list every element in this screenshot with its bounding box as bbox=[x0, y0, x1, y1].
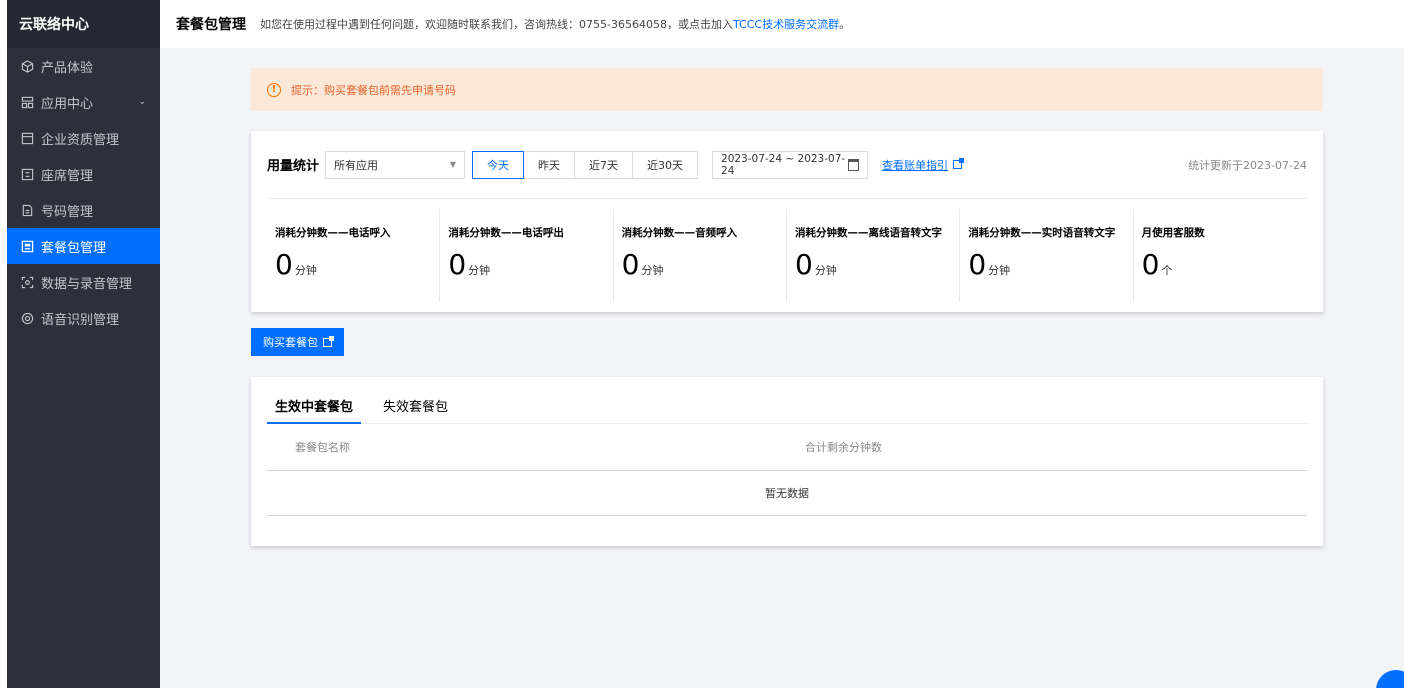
package-tabs: 生效中套餐包 失效套餐包 bbox=[267, 377, 1307, 424]
app-select-value: 所有应用 bbox=[334, 158, 379, 172]
tccc-group-link[interactable]: TCCC技术服务交流群 bbox=[733, 18, 839, 31]
sidebar-item-label: 套餐包管理 bbox=[41, 240, 107, 256]
calendar-icon bbox=[847, 158, 860, 171]
page-title: 套餐包管理 bbox=[176, 17, 246, 33]
external-link-icon bbox=[323, 335, 334, 347]
cube-icon bbox=[19, 58, 35, 74]
usage-filter-row: 用量统计 所有应用 ▼ 今天 昨天 近7天 近30天 2023-07-24 ~ … bbox=[251, 131, 1323, 198]
column-header-package-name: 套餐包名称 bbox=[295, 441, 350, 454]
buy-package-button[interactable]: 购买套餐包 bbox=[251, 328, 344, 356]
date-range-value: 2023-07-24 ~ 2023-07-24 bbox=[721, 152, 846, 177]
stat-value: 0 bbox=[621, 248, 640, 281]
stat-value: 0 bbox=[968, 248, 987, 281]
sidebar-item-app-center[interactable]: 应用中心 ⌄ bbox=[7, 84, 160, 120]
stat-name: 消耗分钟数——电话呼出 bbox=[448, 227, 564, 239]
table-empty-state: 暂无数据 bbox=[267, 471, 1307, 516]
range-yesterday-button[interactable]: 昨天 bbox=[523, 150, 576, 179]
sidebar-item-label: 产品体验 bbox=[41, 60, 94, 76]
stat-offline-asr: 消耗分钟数——离线语音转文字 0 分钟 bbox=[787, 209, 961, 302]
tab-active-packages[interactable]: 生效中套餐包 bbox=[267, 396, 362, 424]
date-range-tabs: 今天 昨天 近7天 近30天 bbox=[472, 150, 699, 179]
stat-value: 0 bbox=[794, 248, 813, 281]
document-icon bbox=[19, 202, 35, 218]
package-table-card: 生效中套餐包 失效套餐包 套餐包名称 合计剩余分钟数 暂无数据 bbox=[251, 377, 1323, 546]
column-header-remaining-minutes: 合计剩余分钟数 bbox=[805, 441, 882, 454]
range-30days-button[interactable]: 近30天 bbox=[632, 150, 699, 179]
billing-guide-link[interactable]: 查看账单指引 bbox=[882, 157, 965, 173]
stat-name: 消耗分钟数——电话呼入 bbox=[275, 227, 391, 239]
sidebar-item-speech-recognition[interactable]: 语音识别管理 bbox=[7, 300, 160, 336]
stat-unit: 分钟 bbox=[294, 264, 317, 277]
usage-stats-card: 用量统计 所有应用 ▼ 今天 昨天 近7天 近30天 2023-07-24 ~ … bbox=[251, 131, 1323, 312]
sidebar-item-label: 号码管理 bbox=[41, 204, 94, 220]
sidebar-item-label: 座席管理 bbox=[41, 168, 94, 184]
stat-name: 消耗分钟数——离线语音转文字 bbox=[794, 227, 942, 239]
sidebar-item-label: 应用中心 bbox=[41, 96, 94, 112]
page-header: 套餐包管理 如您在使用过程中遇到任何问题，欢迎随时联系我们，咨询热线：0755-… bbox=[160, 0, 1404, 48]
sidebar-item-label: 数据与录音管理 bbox=[41, 276, 133, 292]
stat-inbound-call: 消耗分钟数——电话呼入 0 分钟 bbox=[267, 209, 441, 302]
stat-unit: 分钟 bbox=[814, 264, 837, 277]
stat-value: 0 bbox=[1141, 248, 1160, 281]
usage-label: 用量统计 bbox=[267, 159, 320, 174]
warning-icon: ! bbox=[267, 82, 281, 97]
stat-value: 0 bbox=[275, 248, 293, 281]
sidebar-item-seat-management[interactable]: 座席管理 bbox=[7, 156, 160, 192]
external-link-icon bbox=[953, 158, 965, 169]
caret-down-icon: ▼ bbox=[449, 160, 457, 169]
chevron-down-icon[interactable]: ⌄ bbox=[138, 97, 146, 107]
stat-unit: 分钟 bbox=[468, 264, 491, 277]
alert-banner: ! 提示：购买套餐包前需先申请号码 bbox=[251, 68, 1323, 111]
tab-expired-packages[interactable]: 失效套餐包 bbox=[375, 396, 456, 423]
sidebar-item-label: 企业资质管理 bbox=[41, 132, 120, 148]
billing-guide-label: 查看账单指引 bbox=[882, 158, 949, 172]
buy-package-label: 购买套餐包 bbox=[263, 336, 318, 349]
voice-icon bbox=[19, 310, 35, 326]
app-select[interactable]: 所有应用 ▼ bbox=[325, 150, 466, 179]
sidebar-item-product-experience[interactable]: 产品体验 bbox=[7, 48, 160, 84]
stat-unit: 分钟 bbox=[988, 264, 1011, 277]
card-icon bbox=[19, 130, 35, 146]
stat-realtime-asr: 消耗分钟数——实时语音转文字 0 分钟 bbox=[960, 209, 1134, 302]
stat-value: 0 bbox=[448, 248, 467, 281]
stat-monthly-agents: 月使用客服数 0个 bbox=[1134, 209, 1307, 302]
stat-name: 消耗分钟数——音频呼入 bbox=[621, 227, 738, 239]
grid-icon bbox=[19, 94, 35, 110]
stat-name: 消耗分钟数——实时语音转文字 bbox=[968, 227, 1116, 239]
alert-text: 提示：购买套餐包前需先申请号码 bbox=[291, 83, 456, 97]
sidebar-item-number-management[interactable]: 号码管理 bbox=[7, 192, 160, 228]
sidebar: 云联络中心 产品体验 应用中心 ⌄ 企业资质管理 座席管理 号码管理 套餐包管理… bbox=[7, 0, 160, 688]
header-description: 如您在使用过程中遇到任何问题，欢迎随时联系我们，咨询热线：0755-365640… bbox=[260, 16, 850, 32]
table-header: 套餐包名称 合计剩余分钟数 bbox=[267, 424, 1307, 471]
sidebar-item-enterprise-qualification[interactable]: 企业资质管理 bbox=[7, 120, 160, 156]
sidebar-title: 云联络中心 bbox=[7, 0, 160, 48]
sidebar-item-data-recording[interactable]: 数据与录音管理 bbox=[7, 264, 160, 300]
range-7days-button[interactable]: 近7天 bbox=[574, 150, 634, 179]
stat-audio-inbound: 消耗分钟数——音频呼入 0 分钟 bbox=[614, 209, 787, 302]
range-today-button[interactable]: 今天 bbox=[472, 150, 525, 179]
seat-icon bbox=[19, 166, 35, 182]
stat-unit: 分钟 bbox=[641, 264, 664, 277]
window-edge bbox=[0, 0, 7, 688]
date-range-picker[interactable]: 2023-07-24 ~ 2023-07-24 bbox=[712, 150, 869, 179]
header-desc-suffix: 。 bbox=[839, 18, 851, 31]
header-desc-text: 如您在使用过程中遇到任何问题，欢迎随时联系我们，咨询热线：0755-365640… bbox=[260, 18, 733, 31]
package-icon bbox=[19, 238, 35, 254]
sidebar-item-label: 语音识别管理 bbox=[41, 312, 120, 328]
stat-name: 月使用客服数 bbox=[1141, 227, 1205, 239]
stats-row: 消耗分钟数——电话呼入 0 分钟 消耗分钟数——电话呼出 0 分钟 消耗分钟数——音… bbox=[251, 199, 1323, 312]
help-float-button[interactable] bbox=[1376, 670, 1404, 688]
stat-outbound-call: 消耗分钟数——电话呼出 0 分钟 bbox=[440, 209, 614, 302]
sidebar-item-package-management[interactable]: 套餐包管理 bbox=[7, 228, 160, 264]
scan-icon bbox=[19, 274, 35, 290]
stats-updated-text: 统计更新于2023-07-24 bbox=[1188, 158, 1307, 172]
stat-unit: 个 bbox=[1161, 264, 1173, 277]
